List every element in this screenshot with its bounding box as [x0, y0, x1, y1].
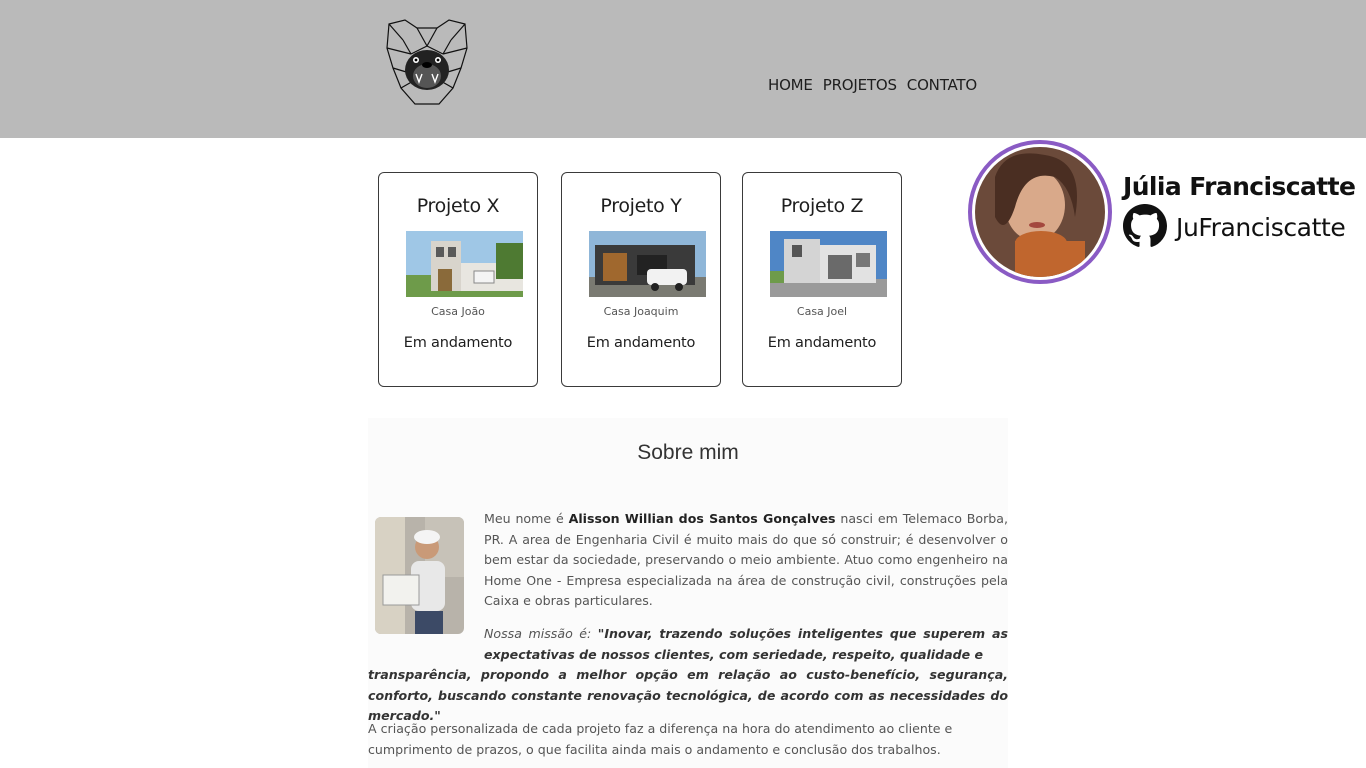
github-username-link[interactable]: JuFranciscatte — [1176, 213, 1346, 242]
project-card-y[interactable]: Projeto Y Casa Joaquim Em andamento — [561, 172, 721, 387]
project-status: Em andamento — [586, 335, 696, 351]
project-status: Em andamento — [767, 335, 877, 351]
project-title: Projeto X — [416, 195, 500, 217]
project-image — [406, 231, 523, 297]
project-caption: Casa João — [431, 305, 485, 318]
about-mission-line1: Nossa missão é: "Inovar, trazendo soluçõ… — [484, 626, 1008, 662]
profile-name: Júlia Franciscatte — [1123, 172, 1356, 201]
project-status: Em andamento — [403, 335, 513, 351]
about-paragraph-closing: A criação personalizada de cada projeto … — [368, 721, 953, 757]
project-card-x[interactable]: Projeto X Casa João Em andamento — [378, 172, 538, 387]
project-title: Projeto Z — [780, 195, 864, 217]
project-image — [589, 231, 706, 297]
project-card-z[interactable]: Projeto Z Casa Joel Em andamento — [742, 172, 902, 387]
nav-contato-link[interactable]: CONTATO — [907, 76, 977, 94]
nav-projetos-link[interactable]: PROJETOS — [823, 76, 897, 94]
about-photo — [375, 517, 464, 634]
about-title: Sobre mim — [637, 441, 739, 464]
avatar — [968, 140, 1112, 284]
bear-logo-icon[interactable] — [383, 18, 471, 108]
project-title: Projeto Y — [600, 195, 682, 217]
site-header: HOME PROJETOS CONTATO — [0, 0, 1366, 138]
main-nav: HOME PROJETOS CONTATO — [768, 76, 977, 94]
about-paragraph-intro: Meu nome é Alisson Willian dos Santos Go… — [484, 511, 1009, 608]
mission-label: Nossa missão é: — [484, 626, 592, 641]
about-mission-line2: transparência, propondo a melhor opção e… — [368, 667, 1008, 723]
project-caption: Casa Joaquim — [603, 305, 679, 318]
engineer-name: Alisson Willian dos Santos Gonçalves — [568, 511, 836, 526]
nav-home-link[interactable]: HOME — [768, 76, 813, 94]
project-caption: Casa Joel — [796, 305, 848, 318]
github-icon[interactable] — [1123, 204, 1167, 248]
project-image — [770, 231, 887, 297]
